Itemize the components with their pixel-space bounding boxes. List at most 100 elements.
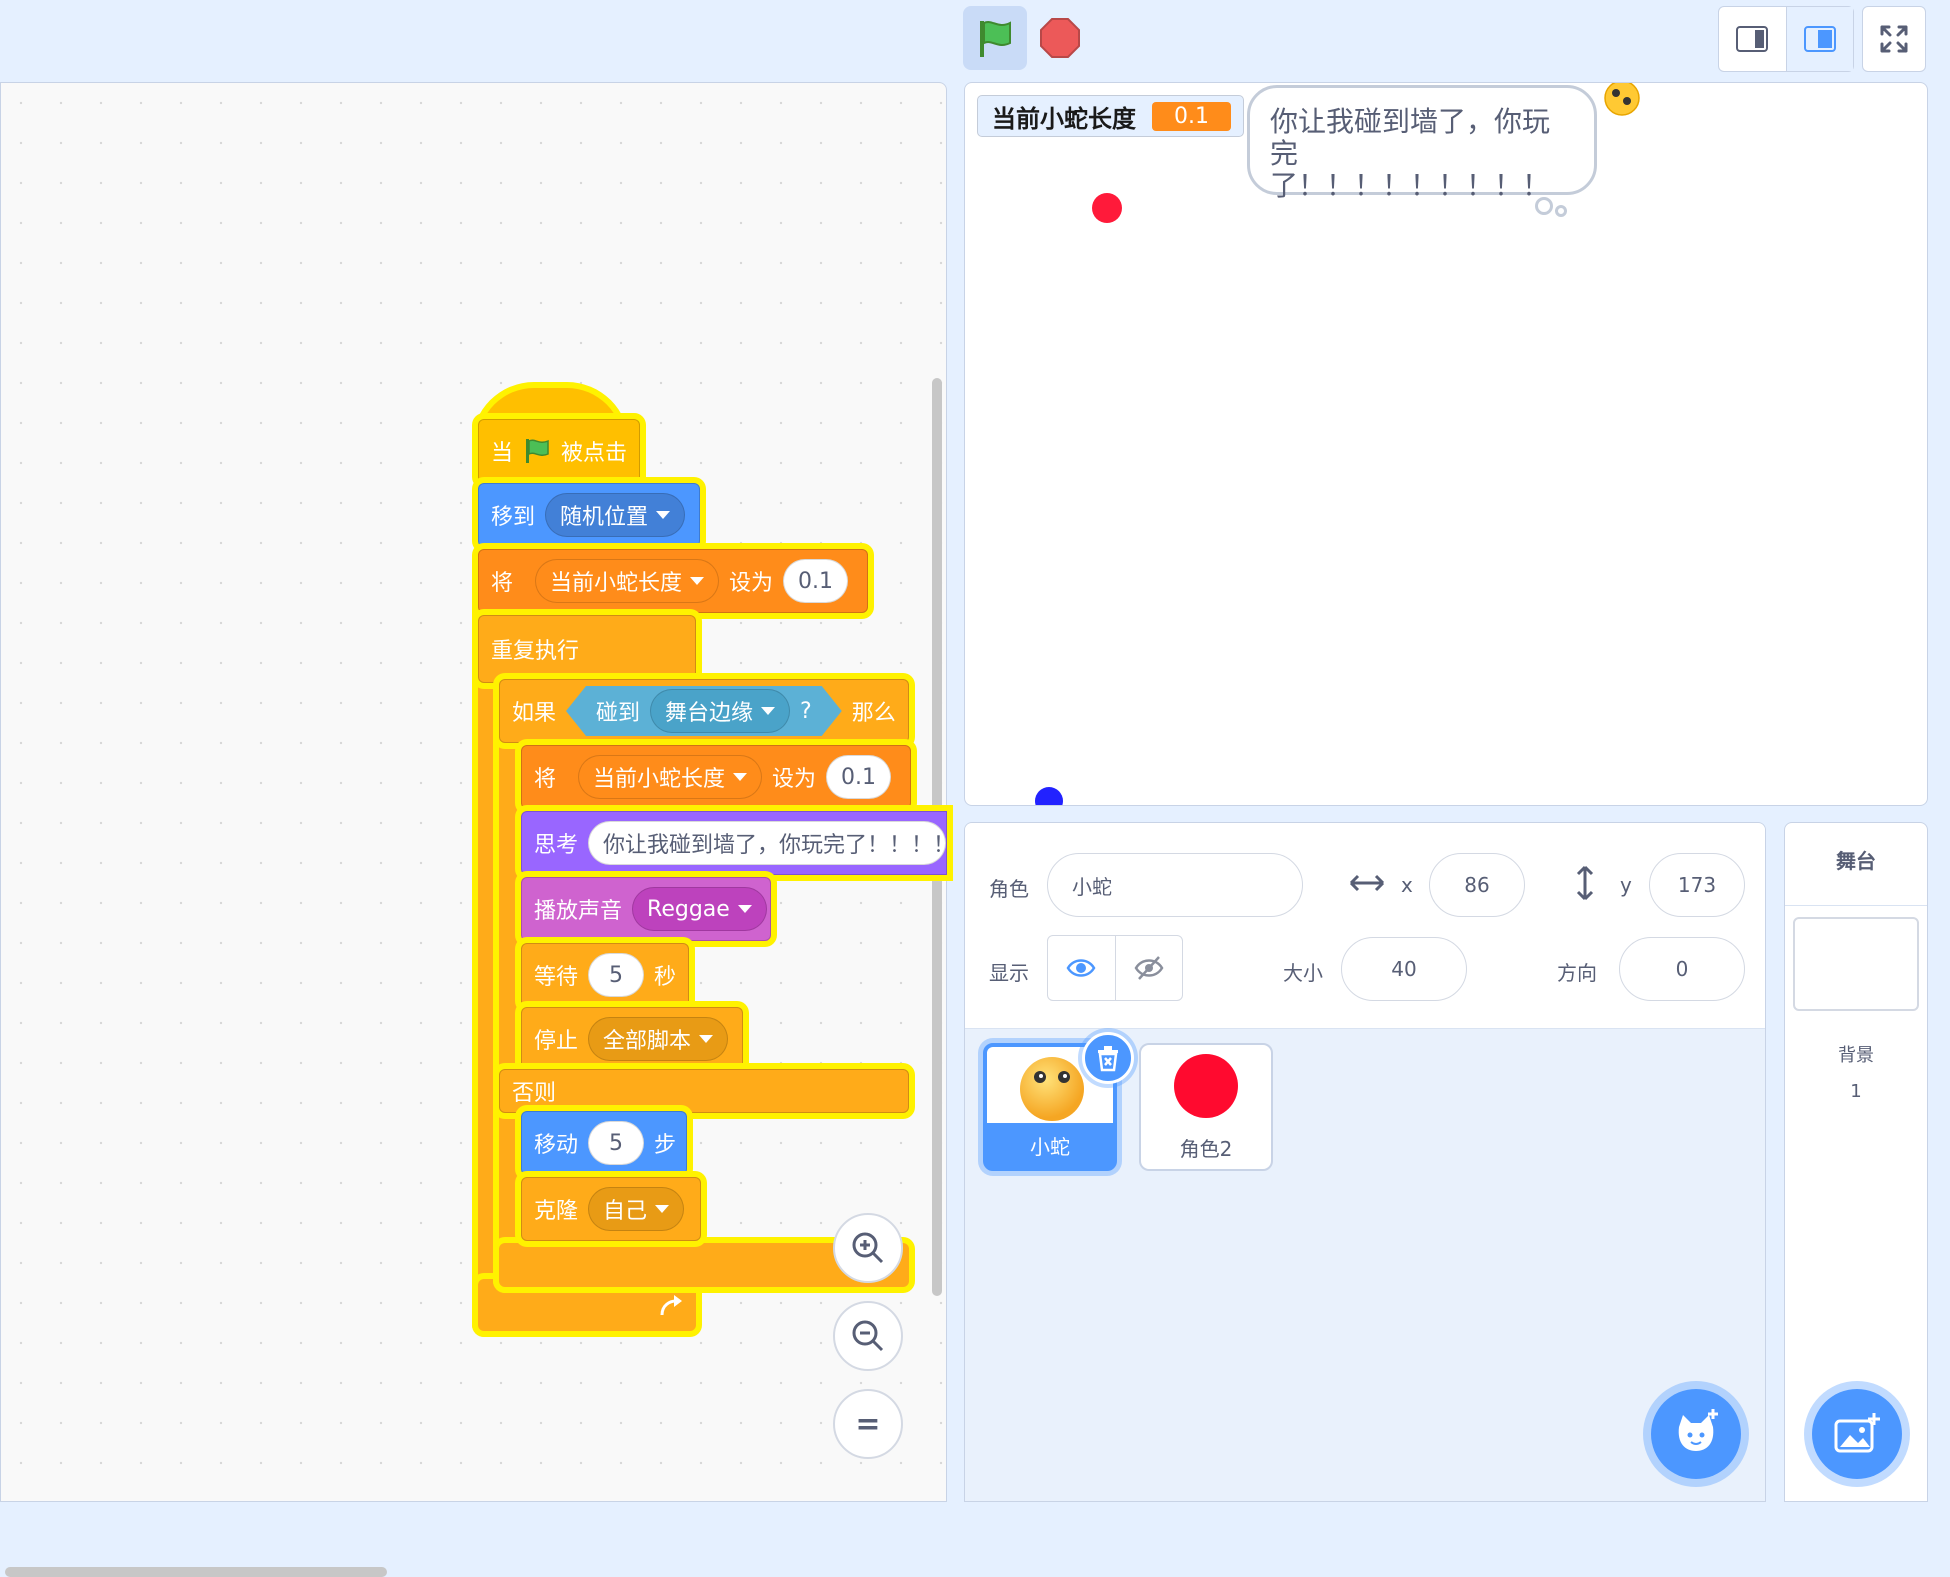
stop-icon xyxy=(1040,18,1080,58)
show-button[interactable] xyxy=(1048,936,1115,1000)
variable-dropdown[interactable]: 当前小蛇长度 xyxy=(578,755,763,799)
green-flag-button[interactable] xyxy=(963,6,1027,70)
stop-button[interactable] xyxy=(1036,14,1084,62)
red-dot-sprite[interactable] xyxy=(1092,193,1122,223)
think-bubble: 你让我碰到墙了，你玩完 了！！！！！！！！！ xyxy=(1247,85,1597,202)
clone-block[interactable]: 克隆 自己 xyxy=(521,1177,701,1241)
sound-dropdown[interactable]: Reggae xyxy=(632,887,767,931)
think-label: 思考 xyxy=(534,833,579,858)
fullscreen-icon xyxy=(1880,25,1908,53)
sprite-name-input[interactable]: 小蛇 xyxy=(1047,853,1303,917)
green-flag-icon xyxy=(980,21,1011,57)
wait-block[interactable]: 等待 5 秒 xyxy=(521,943,689,1007)
clone-target-dropdown[interactable]: 自己 xyxy=(588,1187,685,1231)
show-label: 显示 xyxy=(989,961,1029,985)
forever-block[interactable]: 重复执行 xyxy=(478,615,696,683)
goto-target-dropdown[interactable]: 随机位置 xyxy=(545,493,686,537)
code-area-horizontal-scrollbar[interactable] xyxy=(5,1567,387,1577)
variable-monitor[interactable]: 当前小蛇长度 0.1 xyxy=(977,95,1244,137)
x-label: x xyxy=(1401,873,1413,897)
set-variable-block-2[interactable]: 将 当前小蛇长度 设为 0.1 xyxy=(521,745,911,809)
if-else-block[interactable]: 如果 碰到 舞台边缘 ? 那么 xyxy=(499,679,909,743)
goto-block[interactable]: 移到 随机位置 xyxy=(478,483,700,547)
snake-sprite[interactable] xyxy=(1603,82,1641,117)
monitor-label: 当前小蛇长度 xyxy=(992,104,1136,133)
chevron-down-icon xyxy=(699,1035,714,1043)
play-sound-block[interactable]: 播放声音 Reggae xyxy=(521,877,771,941)
forever-label: 重复执行 xyxy=(491,639,580,664)
stop-option-value: 全部脚本 xyxy=(603,1029,692,1054)
stage-thumbnail[interactable] xyxy=(1793,917,1919,1011)
think-block[interactable]: 思考 你让我碰到墙了，你玩完了！！！！ xyxy=(521,811,947,875)
eye-slash-icon xyxy=(1134,956,1164,980)
zoom-in-icon xyxy=(852,1232,884,1264)
when-flag-clicked-block[interactable]: 当 被点击 xyxy=(478,419,640,483)
variable-name: 当前小蛇长度 xyxy=(593,767,726,792)
stage-divider xyxy=(1785,905,1927,906)
blue-dot-sprite[interactable] xyxy=(1035,787,1063,805)
think-bubble-dot-small xyxy=(1555,205,1567,217)
loop-arrow-icon xyxy=(660,1295,682,1316)
set-variable-block[interactable]: 将 当前小蛇长度 设为 0.1 xyxy=(478,549,868,613)
delete-sprite-button[interactable] xyxy=(1082,1032,1134,1084)
choose-sprite-button[interactable] xyxy=(1651,1389,1741,1479)
large-stage-button[interactable] xyxy=(1785,7,1853,71)
else-label: 否则 xyxy=(512,1081,557,1106)
if-label: 如果 xyxy=(512,701,557,726)
clone-target-value: 自己 xyxy=(603,1199,648,1224)
clicked-label: 被点击 xyxy=(561,441,628,466)
y-input[interactable]: 173 xyxy=(1649,853,1745,917)
fullscreen-button[interactable] xyxy=(1862,6,1926,72)
large-stage-icon xyxy=(1803,26,1836,52)
x-input[interactable]: 86 xyxy=(1429,853,1525,917)
touching-target-value: 舞台边缘 xyxy=(665,701,754,726)
else-section[interactable]: 否则 xyxy=(499,1069,909,1113)
zoom-in-button[interactable] xyxy=(833,1213,903,1283)
visibility-toggle xyxy=(1047,935,1183,1001)
touching-target-dropdown[interactable]: 舞台边缘 xyxy=(650,689,790,733)
small-stage-button[interactable] xyxy=(1719,7,1786,71)
y-label: y xyxy=(1620,873,1632,897)
stop-block[interactable]: 停止 全部脚本 xyxy=(521,1007,743,1071)
touching-block[interactable]: 碰到 舞台边缘 ? xyxy=(566,686,842,736)
stage-canvas[interactable]: 当前小蛇长度 0.1 你让我碰到墙了，你玩完 了！！！！！！！！！ xyxy=(964,82,1928,806)
set-to-label: 设为 xyxy=(772,767,817,792)
forever-arm[interactable] xyxy=(478,601,500,1331)
then-label: 那么 xyxy=(851,701,896,726)
monitor-value: 0.1 xyxy=(1152,101,1231,131)
snake-sprite-thumbnail xyxy=(1020,1057,1084,1121)
zoom-out-icon xyxy=(852,1320,884,1352)
stop-option-dropdown[interactable]: 全部脚本 xyxy=(588,1017,729,1061)
move-steps-block[interactable]: 移动 5 步 xyxy=(521,1111,687,1175)
set-label: 将 xyxy=(534,767,557,792)
trash-icon xyxy=(1098,1046,1118,1072)
choose-backdrop-button[interactable] xyxy=(1812,1389,1902,1479)
hide-button[interactable] xyxy=(1114,936,1183,1000)
set-value-input[interactable]: 0.1 xyxy=(826,755,892,799)
when-label: 当 xyxy=(491,441,514,466)
size-label: 大小 xyxy=(1283,961,1323,985)
seconds-label: 秒 xyxy=(654,965,677,990)
green-flag-icon xyxy=(526,439,549,463)
sound-name: Reggae xyxy=(647,896,730,922)
red-circle-thumbnail xyxy=(1174,1054,1238,1118)
zoom-out-button[interactable] xyxy=(833,1301,903,1371)
wait-seconds-input[interactable]: 5 xyxy=(588,953,645,997)
think-text-input[interactable]: 你让我碰到墙了，你玩完了！！！！ xyxy=(588,821,946,865)
stage-size-toggle xyxy=(1718,6,1854,72)
move-steps-input[interactable]: 5 xyxy=(588,1121,645,1165)
zoom-reset-button[interactable]: = xyxy=(833,1389,903,1459)
chevron-down-icon xyxy=(655,1205,670,1213)
code-area[interactable]: 当 被点击 移到 随机位置 将 当前小蛇长度 设为 0.1 重复执行 如果 碰到 xyxy=(0,82,947,1577)
variable-dropdown[interactable]: 当前小蛇长度 xyxy=(535,559,720,603)
if-else-arm[interactable] xyxy=(499,683,521,1287)
sprite-tile-label: 小蛇 xyxy=(987,1123,1113,1167)
stage-selector[interactable]: 舞台 背景 1 xyxy=(1784,822,1928,1502)
direction-input[interactable]: 0 xyxy=(1619,937,1745,1001)
eye-icon xyxy=(1066,959,1096,977)
sprite-tile-sprite2[interactable]: 角色2 xyxy=(1139,1043,1273,1171)
think-bubble-dot xyxy=(1535,197,1553,215)
set-value-input[interactable]: 0.1 xyxy=(783,559,849,603)
size-input[interactable]: 40 xyxy=(1341,937,1467,1001)
wait-label: 等待 xyxy=(534,965,579,990)
